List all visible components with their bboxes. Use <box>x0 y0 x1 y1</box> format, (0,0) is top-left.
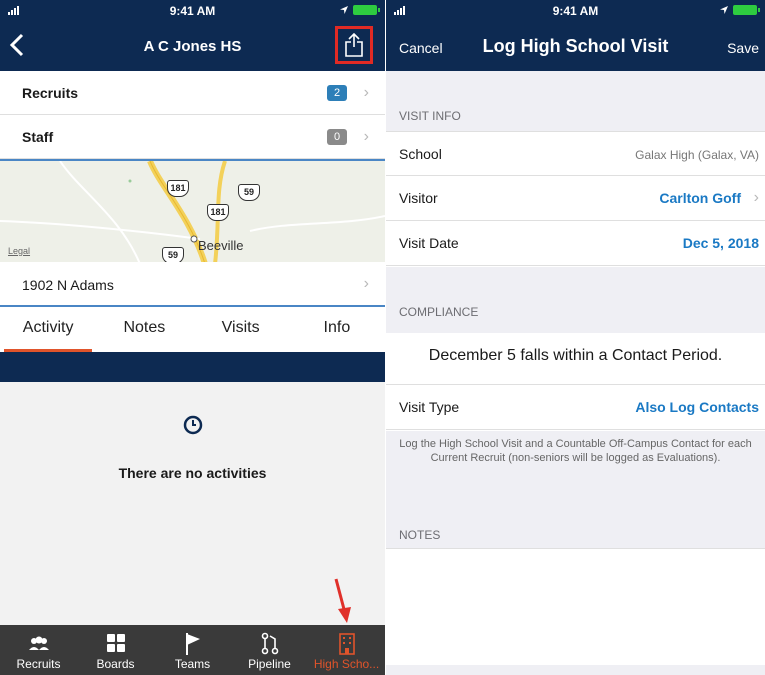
route-59-shield: 59 <box>238 184 260 201</box>
bottom-tab-pipeline[interactable]: Pipeline <box>231 625 308 675</box>
status-bar: 9:41 AM <box>386 0 765 21</box>
school-row: School Galax High (Galax, VA) <box>386 131 765 176</box>
staff-count-badge: 0 <box>327 129 347 145</box>
compliance-section-header: COMPLIANCE <box>386 267 765 333</box>
section-heading: VISIT INFO <box>399 109 461 123</box>
bottom-tab-label: Pipeline <box>248 657 291 671</box>
tab-visits[interactable]: Visits <box>193 310 289 352</box>
bottom-tab-high-schools[interactable]: High Scho... <box>308 625 385 675</box>
bottom-gap <box>386 665 765 675</box>
notes-section-header: NOTES <box>386 491 765 548</box>
location-map[interactable]: 181 59 181 59 Beeville Legal <box>0 159 385 262</box>
visit-type-footnote: Log the High School Visit and a Countabl… <box>399 438 752 464</box>
address-label: 1902 N Adams <box>22 277 114 293</box>
nav-bar: A C Jones HS <box>0 21 385 71</box>
chevron-right-icon: › <box>753 189 759 206</box>
status-bar: 9:41 AM <box>0 0 385 21</box>
visitor-value: Carlton Goff <box>659 190 741 206</box>
page-title: A C Jones HS <box>143 38 242 55</box>
staff-label: Staff <box>22 129 54 145</box>
grid-icon <box>106 634 125 652</box>
section-heading: COMPLIANCE <box>399 305 479 319</box>
activity-empty-state: There are no activities <box>0 382 385 625</box>
tab-notes[interactable]: Notes <box>96 310 192 352</box>
nav-bar: Cancel Log High School Visit Save <box>386 21 765 71</box>
visit-type-row[interactable]: Visit Type Also Log Contacts <box>386 385 765 430</box>
save-button[interactable]: Save <box>727 40 759 56</box>
people-icon <box>28 636 49 650</box>
bottom-tab-teams[interactable]: Teams <box>154 625 231 675</box>
recruits-row[interactable]: Recruits 2 › <box>0 71 385 115</box>
map-town-label: Beeville <box>198 238 244 253</box>
recruits-count-badge: 2 <box>327 85 347 101</box>
visit-date-label: Visit Date <box>399 235 459 251</box>
building-icon <box>338 633 355 655</box>
detail-tabs: Activity Notes Visits Info <box>0 310 385 352</box>
school-value: Galax High (Galax, VA) <box>635 148 759 162</box>
staff-row[interactable]: Staff 0 › <box>0 115 385 159</box>
bottom-tab-label: Teams <box>174 657 211 671</box>
visitor-label: Visitor <box>399 190 438 206</box>
tab-info[interactable]: Info <box>289 310 385 352</box>
bottom-tab-bar: Recruits Boards Teams Pipeline High Scho… <box>0 625 385 675</box>
school-label: School <box>399 146 442 162</box>
visit-type-value: Also Log Contacts <box>635 399 759 415</box>
recruits-label: Recruits <box>22 85 79 101</box>
section-heading: NOTES <box>399 528 441 542</box>
page-title: Log High School Visit <box>482 36 669 56</box>
battery-icon <box>353 5 380 15</box>
empty-message: There are no activities <box>118 465 267 481</box>
bottom-tab-label: Boards <box>96 657 135 671</box>
share-button[interactable] <box>335 26 373 64</box>
route-181-shield: 181 <box>167 180 189 197</box>
status-time: 9:41 AM <box>552 4 599 18</box>
route-181-shield: 181 <box>207 204 229 221</box>
chevron-right-icon: › <box>363 275 369 292</box>
visit-date-row[interactable]: Visit Date Dec 5, 2018 <box>386 221 765 266</box>
compliance-message: December 5 falls within a Contact Period… <box>386 333 765 385</box>
pipeline-icon <box>261 632 278 655</box>
location-icon <box>340 6 348 14</box>
address-row[interactable]: 1902 N Adams › <box>0 263 385 307</box>
notes-field[interactable] <box>386 548 765 665</box>
map-legal-link[interactable]: Legal <box>8 246 30 256</box>
visit-date-value: Dec 5, 2018 <box>682 235 759 251</box>
tab-activity[interactable]: Activity <box>0 310 96 352</box>
map-roads <box>0 161 385 262</box>
clock-icon <box>183 415 203 435</box>
log-visit-screen: 9:41 AM Cancel Log High School Visit Sav… <box>386 0 765 675</box>
status-time: 9:41 AM <box>169 4 216 18</box>
bottom-tab-boards[interactable]: Boards <box>77 625 154 675</box>
flag-icon <box>185 633 200 655</box>
school-detail-screen: 9:41 AM A C Jones HS Recruits 2 › Staff … <box>0 0 385 675</box>
chevron-right-icon: › <box>363 84 369 101</box>
bottom-tab-label: Recruits <box>16 657 61 671</box>
location-icon <box>720 6 728 14</box>
bottom-tab-label: High Scho... <box>313 657 380 671</box>
chevron-right-icon: › <box>363 128 369 145</box>
visit-type-label: Visit Type <box>399 399 460 415</box>
visitor-row[interactable]: Visitor Carlton Goff › <box>386 176 765 221</box>
toolbar-band <box>0 352 385 382</box>
bottom-tab-recruits[interactable]: Recruits <box>0 625 77 675</box>
visit-info-section-header: VISIT INFO <box>386 71 765 131</box>
route-59-shield: 59 <box>162 247 184 262</box>
battery-icon <box>733 5 760 15</box>
share-icon <box>345 33 363 57</box>
annotation-arrow-icon <box>334 578 351 623</box>
